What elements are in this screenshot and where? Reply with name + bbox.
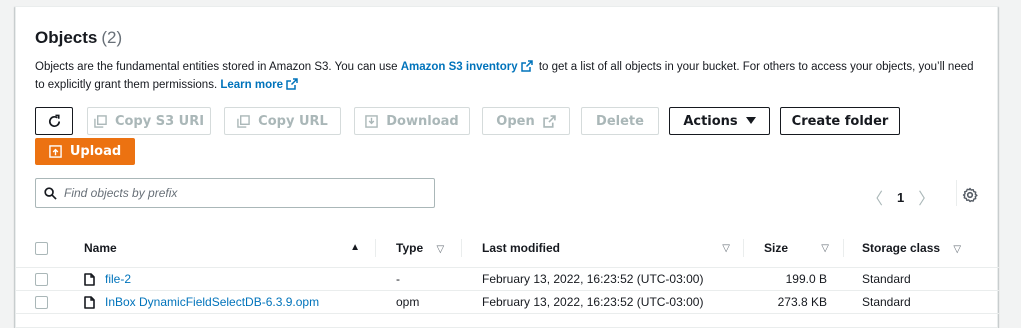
upload-icon: [49, 145, 62, 158]
chevron-left-icon[interactable]: 〈: [867, 185, 883, 209]
delete-button[interactable]: Delete: [581, 107, 659, 135]
download-label: Download: [386, 113, 459, 129]
delete-label: Delete: [596, 113, 644, 129]
file-icon: [84, 295, 95, 309]
page-title: Objects: [35, 28, 98, 47]
search-input[interactable]: [64, 186, 414, 200]
object-last-modified: February 13, 2022, 16:23:52 (UTC-03:00): [462, 267, 744, 291]
column-name[interactable]: Name ▲: [66, 229, 376, 268]
copy-s3-uri-button[interactable]: Copy S3 URI: [87, 107, 211, 135]
search-icon: [44, 186, 57, 200]
external-link-icon: [542, 114, 556, 128]
caret-down-icon: [745, 117, 756, 124]
row-checkbox[interactable]: [35, 295, 48, 309]
object-last-modified: February 13, 2022, 16:23:52 (UTC-03:00): [462, 290, 744, 314]
column-size[interactable]: Size ▽: [744, 229, 844, 268]
object-size: 199.0 B: [744, 267, 844, 291]
gear-icon[interactable]: [962, 187, 978, 208]
column-name-label: Name: [84, 240, 117, 255]
file-icon: [84, 272, 95, 286]
select-all-checkbox[interactable]: [35, 241, 48, 255]
sort-icon: ▽: [953, 243, 962, 255]
column-last-modified[interactable]: Last modified ▽: [462, 229, 744, 268]
refresh-icon: [48, 114, 60, 127]
table-row: InBox DynamicFieldSelectDB-6.3.9.opm opm…: [16, 290, 999, 314]
object-storage-class: Standard: [844, 267, 999, 291]
objects-heading: Objects (2): [35, 28, 122, 48]
objects-panel: Objects (2) Objects are the fundamental e…: [15, 6, 999, 328]
actions-dropdown-button[interactable]: Actions: [669, 107, 770, 135]
divider: [956, 180, 957, 206]
column-last-modified-label: Last modified: [482, 240, 561, 255]
upload-button[interactable]: Upload: [35, 138, 135, 165]
copy-icon: [237, 114, 250, 128]
column-type-label: Type: [396, 240, 424, 255]
object-size: 273.8 KB: [744, 290, 844, 314]
objects-description: Objects are the fundamental entities sto…: [35, 58, 980, 94]
column-type[interactable]: Type ▽: [376, 229, 462, 268]
download-icon: [365, 114, 379, 128]
copy-url-label: Copy URL: [258, 113, 328, 129]
table-header-row: Name ▲ Type ▽ Last modified ▽ Size ▽ Sto…: [16, 229, 999, 268]
actions-label: Actions: [683, 113, 738, 129]
object-storage-class: Standard: [844, 290, 999, 314]
open-button[interactable]: Open: [482, 107, 570, 135]
sort-icon: ▽: [722, 243, 730, 254]
current-page[interactable]: 1: [897, 190, 904, 205]
select-all-header: [16, 229, 66, 268]
external-link-icon: [520, 60, 533, 72]
download-button[interactable]: Download: [354, 107, 470, 135]
column-storage-class-label: Storage class: [862, 240, 941, 255]
copy-icon: [94, 114, 107, 128]
create-folder-label: Create folder: [791, 113, 889, 129]
sort-asc-icon: ▲: [350, 242, 360, 253]
table-row: file-2 - February 13, 2022, 16:23:52 (UT…: [16, 267, 999, 291]
object-type: -: [376, 267, 462, 291]
chevron-right-icon[interactable]: 〉: [918, 185, 934, 209]
objects-table: Name ▲ Type ▽ Last modified ▽ Size ▽ Sto…: [16, 229, 999, 314]
upload-label: Upload: [69, 144, 122, 159]
refresh-button[interactable]: [35, 107, 73, 135]
copy-s3-uri-label: Copy S3 URI: [114, 113, 205, 129]
pagination: 〈 1 〉: [867, 185, 934, 209]
external-link-icon: [286, 78, 298, 90]
copy-url-button[interactable]: Copy URL: [224, 107, 341, 135]
row-checkbox[interactable]: [35, 272, 48, 286]
column-storage-class[interactable]: Storage class ▽: [844, 229, 999, 268]
object-name-link[interactable]: InBox DynamicFieldSelectDB-6.3.9.opm: [105, 295, 319, 309]
column-size-label: Size: [764, 240, 789, 255]
object-type: opm: [376, 290, 462, 314]
create-folder-button[interactable]: Create folder: [780, 107, 900, 135]
open-label: Open: [496, 113, 535, 129]
object-name-link[interactable]: file-2: [105, 272, 131, 286]
sort-icon: ▽: [436, 243, 445, 255]
search-box: [35, 178, 435, 208]
sort-icon: ▽: [821, 243, 829, 254]
learn-more-link[interactable]: Learn more: [220, 79, 283, 91]
s3-inventory-link[interactable]: Amazon S3 inventory: [401, 61, 518, 73]
object-count: (2): [101, 28, 123, 47]
description-text-1: Objects are the fundamental entities sto…: [35, 61, 401, 73]
